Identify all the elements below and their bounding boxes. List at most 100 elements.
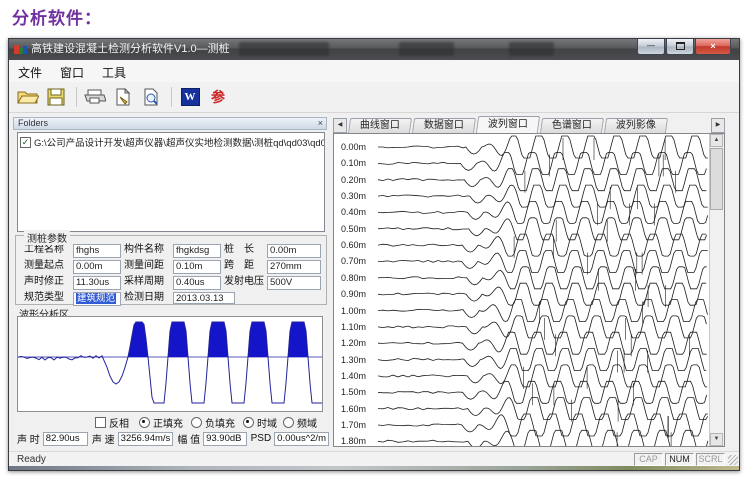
param-icon: 参 [211,87,225,107]
param-label: 发射电压 [224,276,264,290]
print-button[interactable] [82,85,108,110]
param-field[interactable]: fhghs [73,244,121,258]
vertical-scrollbar[interactable]: ▲ ▼ [709,134,724,446]
radio-icon[interactable] [139,417,150,428]
readout-label: 声 速 [92,431,115,446]
radio-label: 正填充 [153,415,183,430]
window-title: 高铁建设混凝土检测分析软件V1.0—测桩 [31,39,230,60]
wave-row-label: 0.60m [341,240,377,250]
wave-row-label: 1.10m [341,322,377,332]
tab-曲线窗口[interactable]: 曲线窗口 [348,118,412,133]
radio-icon[interactable] [283,417,294,428]
param-label: 检测日期 [124,292,170,306]
readout-value[interactable]: 3256.94m/s [118,432,174,446]
readout-value[interactable]: 93.90dB [203,432,247,446]
invert-checkbox[interactable]: 反相 [95,415,129,430]
param-field[interactable]: 0.10m [173,260,221,274]
title-bar[interactable]: 高铁建设混凝土检测分析软件V1.0—测桩 — × [9,39,739,60]
status-indicator-NUM: NUM [665,453,694,466]
open-button[interactable] [15,85,41,110]
radio-负填充[interactable]: 负填充 [191,415,235,430]
titlebar-blur [399,42,454,56]
resize-grip[interactable] [728,455,738,465]
tab-label: 波列窗口 [488,117,528,133]
waveform-analysis-chart[interactable] [17,316,323,412]
readout-bar: 声 时82.90us 声 速3256.94m/s幅 值93.90dB PSD0.00… [13,431,329,446]
close-button[interactable]: × [695,39,731,55]
radio-频域[interactable]: 频域 [283,415,317,430]
param-label: 规范类型 [24,292,70,306]
save-floppy-icon [47,88,65,106]
readout-label: 声 时 [17,431,40,446]
parameters-button[interactable]: 参 [205,85,231,110]
scroll-up-icon[interactable]: ▲ [710,134,723,147]
readout-label: 幅 值 [177,431,200,446]
tab-scroll-right-icon[interactable]: ▶ [711,118,725,133]
folders-pane-header[interactable]: Folders × [13,117,327,130]
param-field[interactable]: 0.00m [73,260,121,274]
minimize-button[interactable]: — [637,39,665,55]
word-icon: W [181,88,200,106]
menu-item-1[interactable]: 窗口 [51,60,93,81]
param-field[interactable]: fhgkdsg [173,244,221,258]
tab-色谱窗口[interactable]: 色谱窗口 [540,118,604,133]
titlebar-blur [239,42,329,56]
list-item[interactable]: ✓ G:\公司产品设计开发\超声仪器\超声仪实地检测数据\测桩qd\qd03\q… [18,133,324,151]
tab-波列窗口[interactable]: 波列窗口 [476,116,540,133]
param-field[interactable]: 0.00m [267,244,321,258]
radio-icon[interactable] [191,417,202,428]
wave-row-label: 1.40m [341,371,377,381]
checkbox-checked-icon[interactable]: ✓ [20,137,31,148]
wave-row-label: 1.70m [341,420,377,430]
tab-strip: ◀ 曲线窗口数据窗口 波列窗口色谱窗口波列影像 ▶ [333,117,725,133]
radio-时域[interactable]: 时域 [243,415,277,430]
export-button[interactable] [110,85,136,110]
page-heading: 分析软件： [12,4,102,29]
readout-value[interactable]: 0.00us^2/m [274,432,329,446]
radio-icon[interactable] [243,417,254,428]
readout-label: PSD [251,433,272,444]
param-field[interactable]: 2013.03.13 [173,292,235,304]
param-combo[interactable]: 建筑规范 [73,292,121,306]
wave-row-label: 0.70m [341,256,377,266]
scrollbar-thumb[interactable] [710,148,723,210]
save-button[interactable] [43,85,69,110]
radio-label: 时域 [257,415,277,430]
status-message: Ready [17,453,46,466]
param-label: 桩 长 [224,244,264,258]
menu-item-2[interactable]: 工具 [93,60,135,81]
titlebar-blur [509,42,554,56]
page-tool-icon [114,88,132,106]
toolbar-separator [171,87,172,107]
menu-bar: 文件窗口工具 [9,60,739,83]
open-folder-icon [17,88,39,106]
param-field[interactable]: 500V [267,276,321,290]
radio-正填充[interactable]: 正填充 [139,415,183,430]
param-field[interactable]: 11.30us [73,276,121,290]
groupbox-title: 测桩参数 [24,230,70,245]
main-area: Folders × ✓ G:\公司产品设计开发\超声仪器\超声仪实地检测数据\测… [9,113,739,451]
tab-波列影像[interactable]: 波列影像 [604,118,668,133]
word-export-button[interactable]: W [177,85,203,110]
wave-row-label: 0.80m [341,273,377,283]
params-grid: 工程名称fhghs构件名称fhgkdsg桩 长0.00m测量起点0.00m测量间… [16,236,326,308]
tab-scroll-left-icon[interactable]: ◀ [333,118,347,133]
param-label: 测量起点 [24,260,70,274]
wave-row-label: 0.40m [341,207,377,217]
readout-value[interactable]: 82.90us [43,432,88,446]
checkbox-icon[interactable] [95,417,106,428]
preview-button[interactable] [138,85,164,110]
scroll-down-icon[interactable]: ▼ [710,433,723,446]
wave-row-label: 0.00m [341,142,377,152]
folders-close-icon[interactable]: × [318,118,323,129]
status-indicator-CAP: CAP [634,453,663,466]
tab-label: 数据窗口 [424,119,464,133]
param-field[interactable]: 270mm [267,260,321,274]
menu-item-0[interactable]: 文件 [9,60,51,81]
param-field[interactable]: 0.40us [173,276,221,290]
wave-train-panel[interactable]: 0.00m0.10m0.20m0.30m0.40m0.50m0.60m0.70m… [333,133,725,447]
tab-数据窗口[interactable]: 数据窗口 [412,118,476,133]
maximize-button[interactable] [666,39,694,55]
pile-params-groupbox: 测桩参数 工程名称fhghs构件名称fhgkdsg桩 长0.00m测量起点0.0… [15,235,327,305]
page: 分析软件： 高铁建设混凝土检测分析软件V1.0—测桩 — × 文件窗口工具 [0,0,745,477]
